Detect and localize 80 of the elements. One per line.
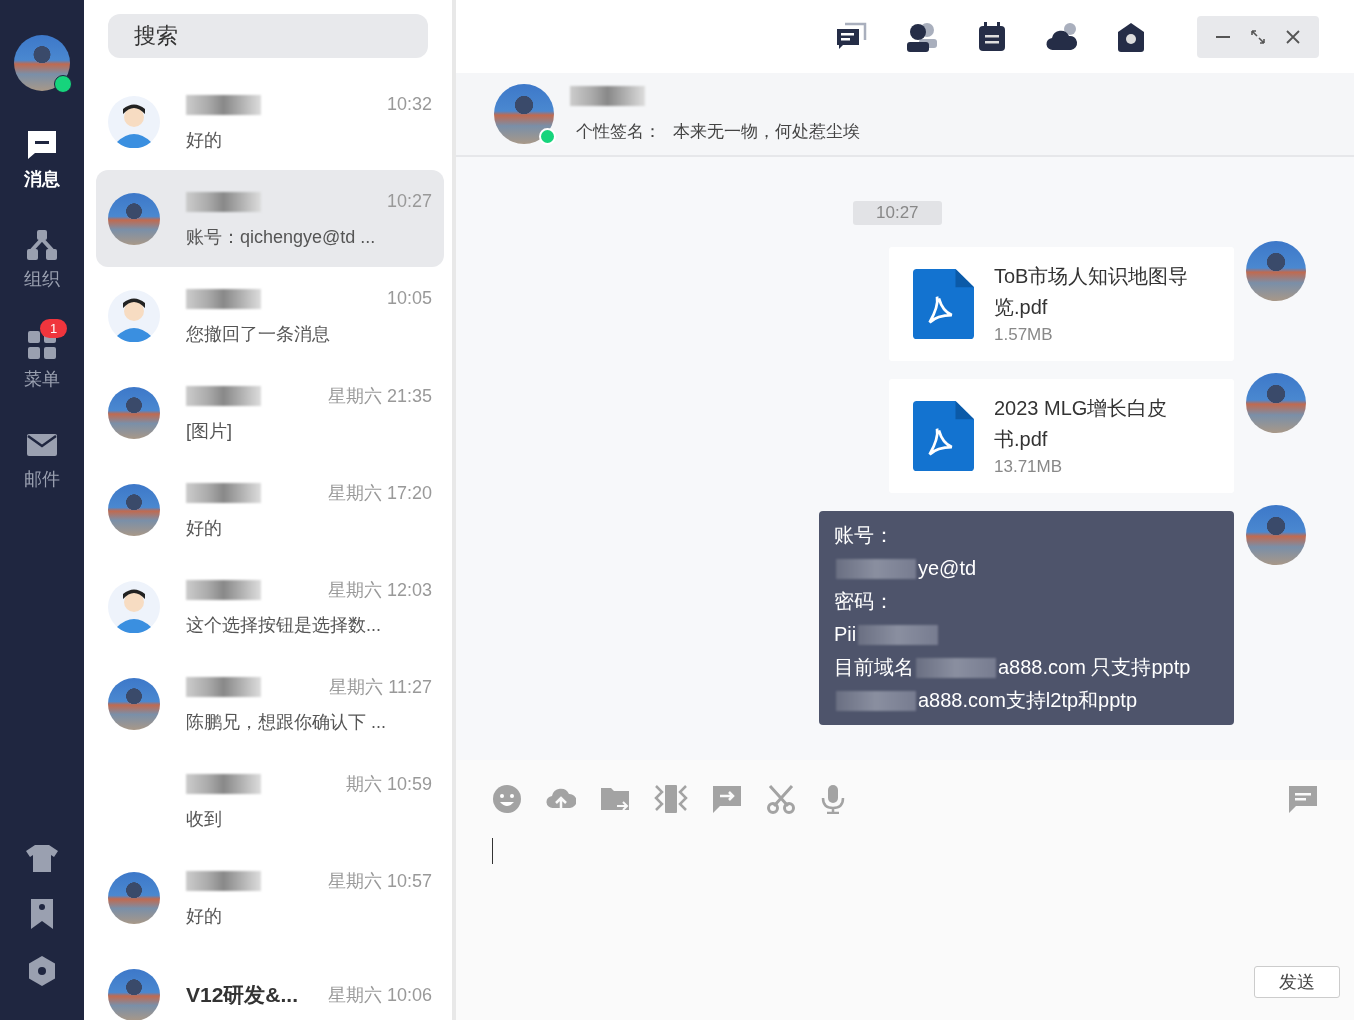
home-icon[interactable] <box>1117 21 1145 52</box>
conversation-time: 星期六 10:57 <box>327 869 432 893</box>
photo-placeholder <box>108 871 160 924</box>
chat-bubbles-icon[interactable] <box>835 21 867 52</box>
conversation-item[interactable]: 期六 10:59 收到 <box>96 752 444 849</box>
conversation-item[interactable]: 星期六 11:27 陈鹏兄，想跟你确认下 ... <box>96 655 444 752</box>
conversation-time: 星期六 12:03 <box>327 578 432 602</box>
photo-placeholder <box>108 677 160 730</box>
nav-item[interactable]: 1 菜单 <box>6 315 78 391</box>
conversation-time: 期六 10:59 <box>345 772 432 796</box>
hierarchy-icon <box>26 229 58 261</box>
file-card[interactable]: 2023 MLG增长白皮书.pdf 13.71MB <box>889 379 1234 493</box>
conversation-item[interactable]: 星期六 17:20 好的 <box>96 461 444 558</box>
message-text: 账号： <box>834 523 894 548</box>
conversation-time: 10:05 <box>386 288 432 309</box>
message-text: a888.com支持l2tp和pptp <box>918 688 1137 713</box>
conversation-time: 星期六 21:35 <box>327 384 432 408</box>
conversation-time: 10:27 <box>386 191 432 212</box>
close-icon[interactable] <box>1285 28 1301 45</box>
conversation-time: 星期六 11:27 <box>329 675 432 699</box>
contact-avatar <box>494 84 554 144</box>
conversation-item[interactable]: 星期六 10:57 好的 <box>96 849 444 946</box>
conversation-time: 星期六 17:20 <box>327 481 432 505</box>
cloud-icon[interactable] <box>1046 21 1078 52</box>
pdf-file-icon <box>913 266 974 342</box>
chat-icon <box>26 129 58 161</box>
conversation-time: 10:32 <box>386 94 432 115</box>
search-field[interactable]: 搜索 <box>108 14 428 58</box>
conversation-item[interactable]: 10:05 您撤回了一条消息 <box>96 267 444 364</box>
message-text: a888.com 只支持pptp <box>998 655 1191 680</box>
send-button[interactable]: 发送 <box>1254 966 1340 998</box>
photo-placeholder <box>108 483 160 536</box>
message-text: 目前域名 <box>834 655 914 680</box>
sender-avatar <box>1246 241 1306 301</box>
settings-icon[interactable] <box>28 956 56 986</box>
file-name: ToB市场人知识地图导览.pdf <box>994 264 1190 320</box>
conversation-item[interactable]: V12研发&... 星期六 10:06 <box>96 946 444 1020</box>
nav-item[interactable]: 组织 <box>6 215 78 291</box>
file-name: 2023 MLG增长白皮书.pdf <box>994 396 1169 452</box>
message-preview: 好的 <box>186 128 223 152</box>
message-preview: [图片] <box>186 419 233 443</box>
sender-avatar <box>1246 373 1306 433</box>
bookmark-icon[interactable] <box>29 898 55 930</box>
message-text: 密码： <box>834 589 894 614</box>
message-preview: 好的 <box>186 516 223 540</box>
unread-badge: 1 <box>40 319 68 338</box>
resize-icon[interactable] <box>1250 28 1266 45</box>
person-avatar-icon <box>108 289 160 342</box>
message-text: ye@td <box>918 556 977 581</box>
message-preview: 好的 <box>186 904 223 928</box>
message-text: Pii <box>834 622 857 647</box>
file-size: 13.71MB <box>994 456 1064 478</box>
photo-placeholder <box>108 386 160 439</box>
calendar-icon[interactable] <box>977 21 1007 52</box>
signature-text: 本来无一物，何处惹尘埃 <box>673 120 860 143</box>
person-avatar-icon <box>108 95 160 148</box>
photo-placeholder <box>108 968 160 1020</box>
file-size: 1.57MB <box>994 324 1054 346</box>
photo-placeholder <box>108 192 160 245</box>
conversation-item[interactable]: 星期六 12:03 这个选择按钮是选择数... <box>96 558 444 655</box>
message-preview: 这个选择按钮是选择数... <box>186 613 382 637</box>
conversation-time: 星期六 10:06 <box>327 983 432 1007</box>
message-preview: 您撤回了一条消息 <box>186 322 331 346</box>
signature-label: 个性签名： <box>576 120 661 143</box>
conversation-name: V12研发&... <box>186 981 299 1008</box>
message-preview: 陈鹏兄，想跟你确认下 ... <box>186 710 387 734</box>
conversation-item[interactable]: 星期六 21:35 [图片] <box>96 364 444 461</box>
pdf-file-icon <box>913 398 974 474</box>
message-preview: 账号：qichengye@td ... <box>186 225 377 249</box>
message-preview: 收到 <box>186 807 223 831</box>
nav-item[interactable]: 消息 <box>6 115 78 191</box>
conversation-item[interactable]: 10:27 账号：qichengye@td ... <box>96 170 444 267</box>
person-avatar-icon <box>108 580 160 633</box>
nav-item[interactable]: 邮件 <box>6 415 78 491</box>
file-card[interactable]: ToB市场人知识地图导览.pdf 1.57MB <box>889 247 1234 361</box>
shirt-icon[interactable] <box>26 844 58 872</box>
contacts-icon[interactable] <box>906 21 938 52</box>
user-avatar[interactable] <box>14 35 70 91</box>
conversation-item[interactable]: 10:32 好的 <box>96 73 444 170</box>
sender-avatar <box>1246 505 1306 565</box>
